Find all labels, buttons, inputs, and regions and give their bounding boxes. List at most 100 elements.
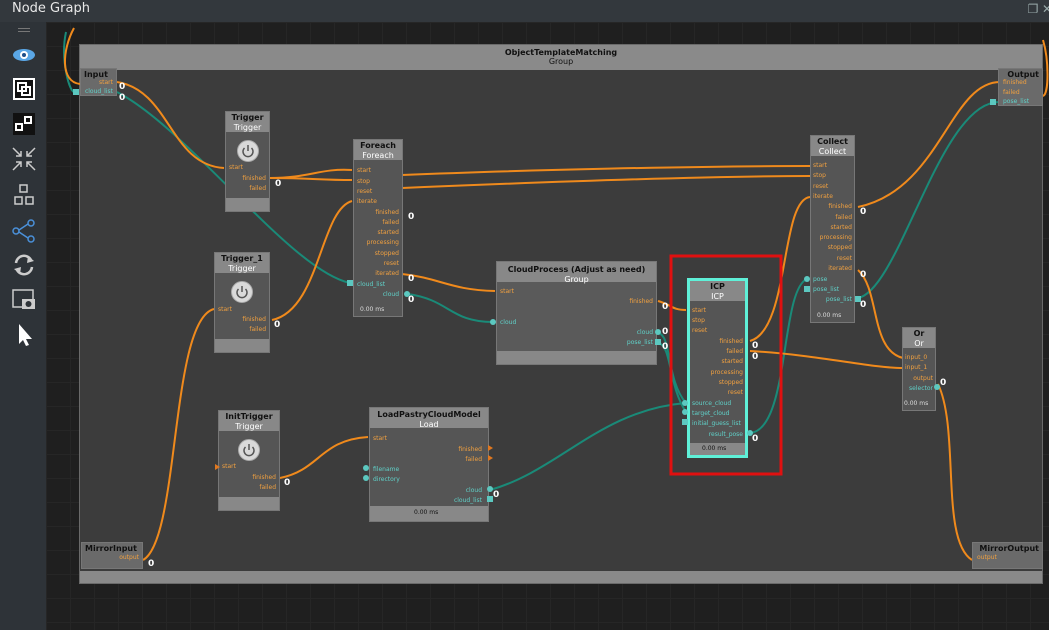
port-output[interactable]: output — [913, 375, 933, 382]
port-stop[interactable]: stop — [813, 172, 826, 179]
port-iterate[interactable]: iterate — [357, 198, 377, 205]
node-load-pastry-cloud-model[interactable]: LoadPastryCloudModel Load start filename… — [369, 407, 489, 522]
port-square-icon[interactable] — [347, 280, 353, 286]
power-button-icon[interactable] — [237, 140, 259, 162]
port-reset-out[interactable]: reset — [728, 389, 743, 396]
node-or[interactable]: Or Or input_0 input_1 output selector 0.… — [902, 327, 936, 411]
port-failed[interactable]: failed — [726, 348, 743, 355]
node-input[interactable]: Input start cloud_list — [80, 68, 117, 96]
layout-icon[interactable] — [10, 182, 38, 208]
node-cloud-process[interactable]: CloudProcess (Adjust as need) Group star… — [496, 261, 657, 365]
node-collect[interactable]: Collect Collect start stop reset iterate… — [810, 135, 855, 323]
port-reset-out[interactable]: reset — [384, 260, 399, 267]
port-square-icon[interactable] — [655, 339, 661, 345]
port-result-pose[interactable]: result_pose — [709, 431, 743, 438]
nodes-icon[interactable] — [10, 111, 38, 137]
frame-icon[interactable] — [10, 76, 38, 102]
node-mirror-output[interactable]: MirrorOutput output — [972, 542, 1043, 569]
port-circle-icon[interactable] — [682, 409, 688, 415]
port-cloud-list[interactable]: cloud_list — [454, 497, 482, 504]
port-finished[interactable]: finished — [252, 474, 276, 481]
screenshot-icon[interactable] — [10, 287, 38, 313]
port-square-icon[interactable] — [804, 286, 810, 292]
port-failed[interactable]: failed — [465, 456, 482, 463]
port-reset[interactable]: reset — [357, 188, 372, 195]
port-finished[interactable]: finished — [458, 446, 482, 453]
port-circle-icon[interactable] — [682, 400, 688, 406]
port-start[interactable]: start — [99, 79, 113, 86]
port-start[interactable]: start — [357, 167, 371, 174]
port-cloud[interactable]: cloud — [383, 291, 399, 298]
power-button-icon[interactable] — [231, 281, 253, 303]
port-pose-list[interactable]: pose_list — [1003, 98, 1029, 105]
port-target-cloud[interactable]: target_cloud — [692, 410, 730, 417]
port-square-icon[interactable] — [73, 89, 79, 95]
port-failed[interactable]: failed — [835, 214, 852, 221]
port-failed[interactable]: failed — [249, 185, 266, 192]
port-stopped[interactable]: stopped — [719, 379, 743, 386]
port-square-icon[interactable] — [990, 99, 996, 105]
eye-icon[interactable] — [10, 42, 38, 68]
port-stopped[interactable]: stopped — [375, 250, 399, 257]
pointer-icon[interactable] — [10, 322, 38, 348]
port-reset-out[interactable]: reset — [837, 255, 852, 262]
port-finished[interactable]: finished — [242, 175, 266, 182]
restore-icon[interactable]: ❐ — [1026, 2, 1040, 16]
port-reset[interactable]: reset — [692, 327, 707, 334]
port-start[interactable]: start — [222, 463, 236, 470]
port-iterate[interactable]: iterate — [813, 193, 833, 200]
port-started[interactable]: started — [722, 358, 743, 365]
port-circle-icon[interactable] — [363, 475, 369, 481]
port-failed[interactable]: failed — [1003, 89, 1020, 96]
port-cloud-in[interactable]: cloud — [500, 319, 516, 326]
port-failed[interactable]: failed — [382, 219, 399, 226]
port-pose[interactable]: pose — [813, 276, 827, 283]
port-finished[interactable]: finished — [1003, 79, 1027, 86]
port-reset[interactable]: reset — [813, 183, 828, 190]
port-arrow-icon[interactable] — [215, 464, 220, 470]
port-start[interactable]: start — [229, 164, 243, 171]
port-start[interactable]: start — [218, 306, 232, 313]
port-start[interactable]: start — [692, 307, 706, 314]
port-failed[interactable]: failed — [249, 326, 266, 333]
port-started[interactable]: started — [378, 229, 399, 236]
port-source-cloud[interactable]: source_cloud — [692, 400, 731, 407]
port-iterated[interactable]: iterated — [375, 270, 399, 277]
node-trigger[interactable]: Trigger Trigger start finished failed — [225, 111, 270, 212]
port-iterated[interactable]: iterated — [828, 265, 852, 272]
port-selector[interactable]: selector — [909, 385, 933, 392]
port-stopped[interactable]: stopped — [828, 244, 852, 251]
port-processing[interactable]: processing — [820, 234, 852, 241]
port-finished[interactable]: finished — [375, 209, 399, 216]
port-output[interactable]: output — [119, 554, 139, 561]
node-trigger-1[interactable]: Trigger_1 Trigger start finished failed — [214, 252, 270, 353]
port-arrow-icon[interactable] — [488, 445, 493, 451]
port-directory[interactable]: directory — [373, 476, 400, 483]
close-icon[interactable]: ✕ — [1040, 2, 1049, 16]
port-pose-list-out[interactable]: pose_list — [826, 296, 852, 303]
port-stop[interactable]: stop — [357, 178, 370, 185]
node-output[interactable]: Output finished failed pose_list — [998, 68, 1043, 106]
port-stop[interactable]: stop — [692, 317, 705, 324]
port-cloud[interactable]: cloud — [466, 487, 482, 494]
node-init-trigger[interactable]: InitTrigger Trigger start finished faile… — [215, 410, 280, 511]
node-icp[interactable]: ICP ICP start stop reset finished failed… — [687, 278, 748, 458]
port-start[interactable]: start — [373, 435, 387, 442]
port-processing[interactable]: processing — [711, 369, 743, 376]
port-arrow-icon[interactable] — [488, 455, 493, 461]
node-foreach[interactable]: Foreach Foreach start stop reset iterate… — [353, 139, 403, 317]
port-failed[interactable]: failed — [259, 484, 276, 491]
port-initial-guess-list[interactable]: initial_guess_list — [692, 420, 741, 427]
collapse-icon[interactable] — [10, 146, 38, 172]
port-circle-icon[interactable] — [804, 276, 810, 282]
port-finished[interactable]: finished — [719, 338, 743, 345]
port-filename[interactable]: filename — [373, 466, 399, 473]
port-pose-list[interactable]: pose_list — [627, 339, 653, 346]
port-circle-icon[interactable] — [655, 329, 661, 335]
power-button-icon[interactable] — [238, 439, 260, 461]
port-square-icon[interactable] — [682, 419, 688, 425]
port-start[interactable]: start — [813, 162, 827, 169]
port-cloud-out[interactable]: cloud — [637, 329, 653, 336]
node-mirror-input[interactable]: MirrorInput output — [81, 542, 143, 569]
port-pose-list-in[interactable]: pose_list — [813, 286, 839, 293]
